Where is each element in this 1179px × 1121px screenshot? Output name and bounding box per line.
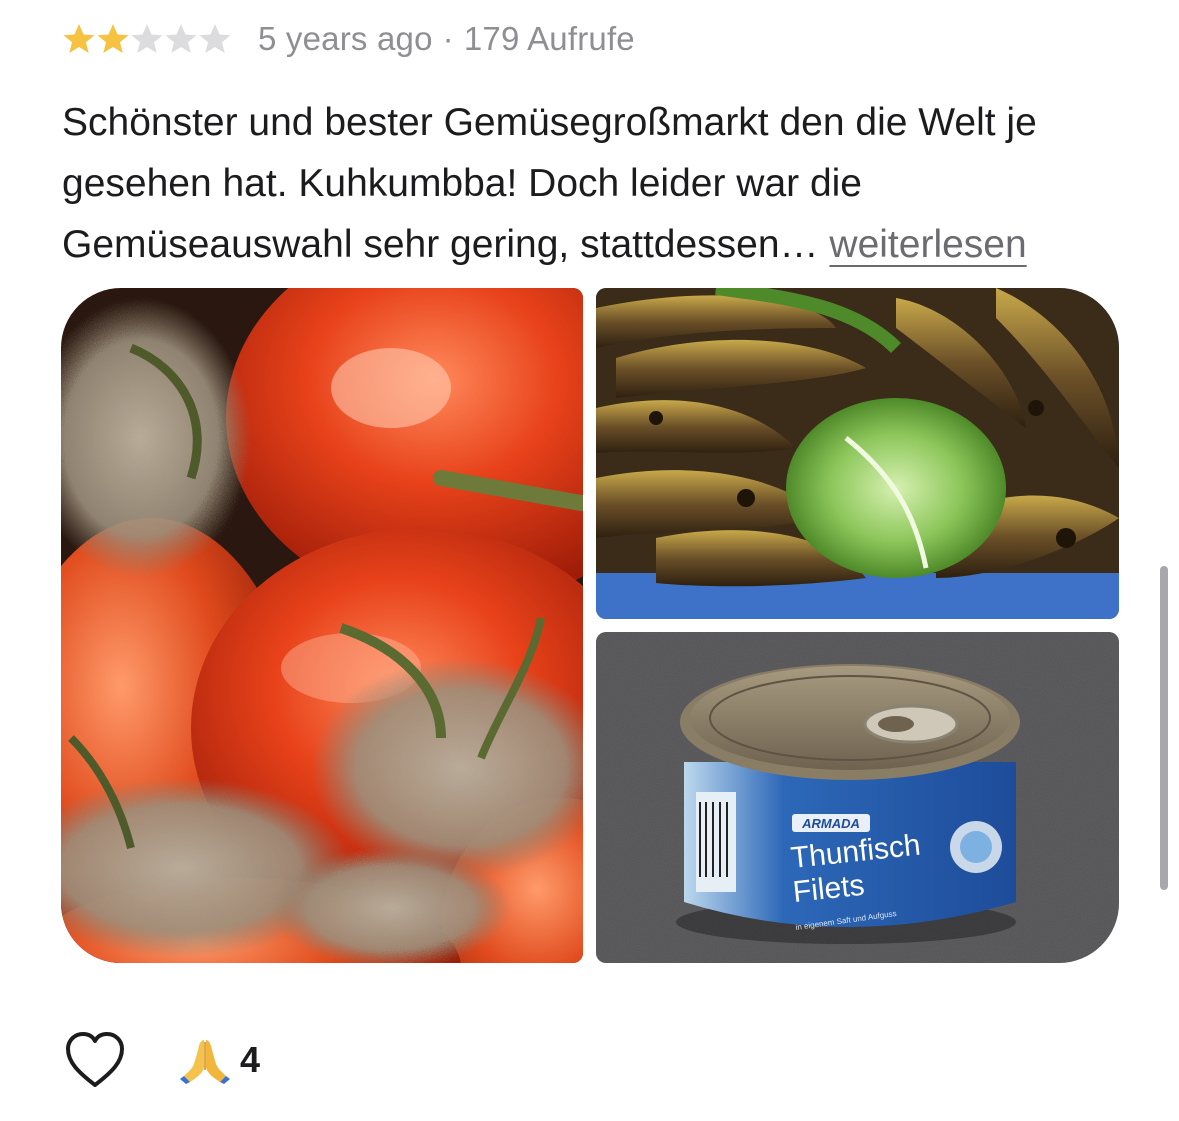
star-empty-icon bbox=[198, 22, 232, 56]
moldy-tomatoes-image bbox=[61, 288, 583, 963]
photo-tuna-can[interactable]: ARMADA Thunfisch Filets in eigenem Saft … bbox=[596, 632, 1119, 963]
reaction-button[interactable]: 4 bbox=[180, 1036, 260, 1084]
star-empty-icon bbox=[164, 22, 198, 56]
scrollbar-thumb[interactable] bbox=[1160, 566, 1168, 890]
photo-moldy-tomatoes[interactable] bbox=[61, 288, 583, 963]
heart-outline-icon[interactable] bbox=[64, 1030, 126, 1090]
star-filled-icon bbox=[96, 22, 130, 56]
review-age: 5 years ago bbox=[258, 20, 433, 57]
star-empty-icon bbox=[130, 22, 164, 56]
star-filled-icon bbox=[62, 22, 96, 56]
photo-rotten-bananas[interactable] bbox=[596, 288, 1119, 619]
reaction-count: 4 bbox=[240, 1039, 261, 1080]
review-card: 5 years ago · 179 Aufrufe Schönster und be… bbox=[0, 0, 1179, 1121]
folded-hands-icon bbox=[180, 1036, 230, 1084]
review-views: 179 Aufrufe bbox=[463, 20, 635, 57]
can-brand: ARMADA bbox=[801, 816, 860, 831]
rotten-bananas-image bbox=[596, 288, 1119, 619]
meta-separator: · bbox=[442, 20, 454, 57]
tuna-can-image: ARMADA Thunfisch Filets in eigenem Saft … bbox=[596, 632, 1119, 963]
review-actions: 4 bbox=[64, 1030, 260, 1090]
read-more-link[interactable]: weiterlesen bbox=[829, 223, 1026, 266]
review-body: Schönster und bester Gemüsegroßmarkt den… bbox=[62, 92, 1142, 275]
review-meta: 5 years ago · 179 Aufrufe bbox=[62, 16, 635, 62]
star-rating bbox=[62, 22, 232, 56]
